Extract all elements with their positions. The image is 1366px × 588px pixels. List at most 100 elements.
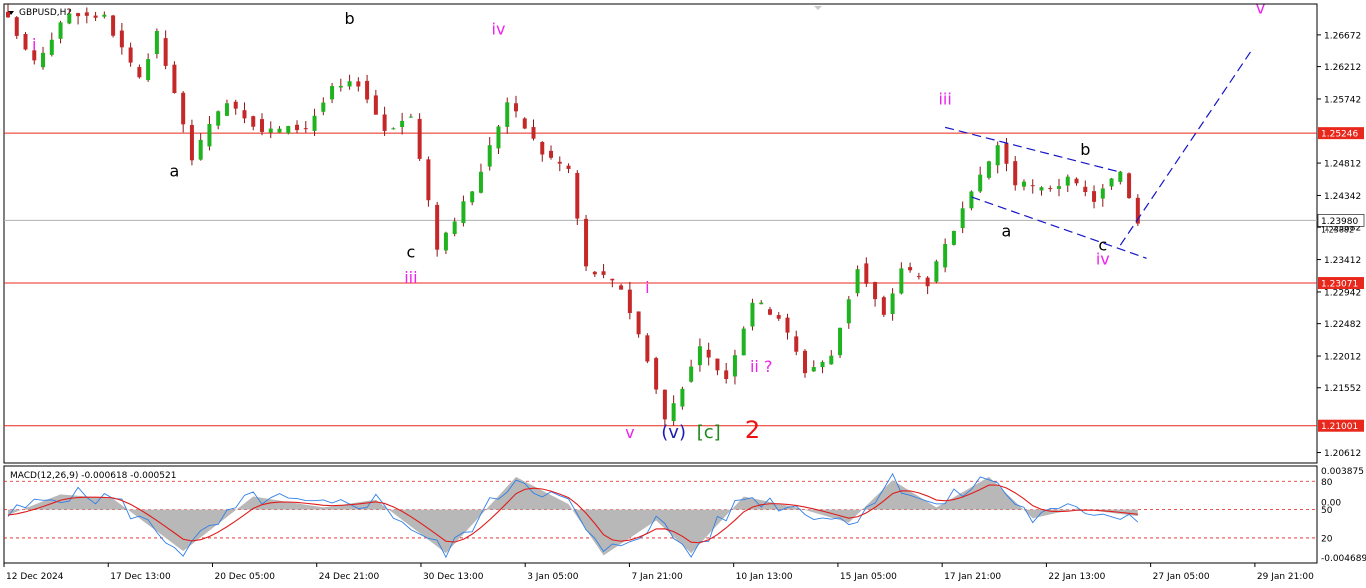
candle-body	[137, 67, 142, 78]
wave-label: [c]	[697, 422, 721, 443]
candle-body	[49, 39, 54, 55]
candle-body	[671, 403, 676, 422]
candle-body	[706, 349, 711, 358]
candle-body	[890, 293, 895, 314]
candle-body	[365, 80, 370, 100]
macd-axis-label: 0.003875	[1321, 467, 1364, 477]
wave-label: (v)	[661, 422, 686, 443]
candle-body	[960, 208, 965, 229]
price-tick-label: 1.26672	[1324, 31, 1361, 41]
candle-body	[610, 278, 615, 281]
candle-body	[426, 159, 431, 201]
candle-body	[41, 52, 46, 68]
candle-body	[715, 358, 720, 371]
candle-body	[356, 81, 361, 87]
time-tick-label: 12 Dec 2024	[6, 572, 64, 582]
wave-label: b	[344, 9, 354, 28]
candle-body	[58, 22, 63, 39]
candle-body	[119, 30, 124, 48]
candle-body	[373, 95, 378, 115]
candle-body	[934, 261, 939, 282]
candle-body	[645, 335, 650, 362]
candle-body	[338, 85, 343, 88]
price-tick-label: 1.24812	[1324, 160, 1361, 170]
candle-body	[172, 64, 177, 93]
candle-body	[259, 119, 264, 132]
candle-body	[767, 309, 772, 315]
candle-body	[899, 268, 904, 294]
candle-body	[14, 17, 19, 36]
wave-label: i	[32, 35, 36, 54]
candle-body	[627, 289, 632, 314]
candle-body	[312, 115, 317, 131]
candle-body	[540, 142, 545, 155]
candle-body	[242, 110, 247, 119]
wave-label: i	[645, 278, 649, 297]
candle-body	[908, 267, 913, 271]
wave-label: c	[406, 243, 415, 262]
time-tick-label: 20 Dec 05:00	[214, 572, 275, 582]
candle-body	[277, 128, 282, 133]
wave-label: iii	[938, 90, 951, 109]
candle-body	[873, 282, 878, 300]
candle-body	[154, 30, 159, 54]
candle-body	[391, 128, 396, 130]
candle-body	[251, 116, 256, 127]
price-tick-label: 1.25742	[1324, 95, 1361, 105]
candle-body	[487, 145, 492, 167]
candle-body	[776, 315, 781, 319]
wave-label: v	[1256, 0, 1265, 18]
candle-body	[794, 336, 799, 352]
candle-body	[470, 191, 475, 203]
candle-body	[67, 13, 72, 24]
candle-body	[689, 366, 694, 382]
candle-body	[1092, 191, 1097, 202]
macd-axis-label: -0.004689	[1321, 554, 1366, 564]
candle-body	[811, 367, 816, 372]
candle-body	[750, 302, 755, 327]
candle-body	[803, 350, 808, 374]
candle-body	[382, 114, 387, 131]
price-tick-label: 1.22012	[1324, 353, 1361, 363]
price-tick-label: 1.20612	[1324, 449, 1361, 459]
wave-label: b	[1080, 140, 1090, 159]
candle-body	[943, 243, 948, 268]
candle-body	[1048, 188, 1053, 190]
candle-body	[1109, 178, 1114, 187]
macd-axis-label: 0.00	[1321, 499, 1341, 509]
candle-body	[881, 297, 886, 315]
candle-body	[951, 230, 956, 245]
candle-body	[662, 389, 667, 420]
time-tick-label: 3 Jan 05:00	[527, 572, 579, 582]
candle-body	[995, 145, 1000, 166]
candle-body	[619, 285, 624, 290]
candle-body	[1030, 185, 1035, 187]
candle-body	[93, 15, 98, 18]
candle-body	[566, 165, 571, 169]
candle-body	[233, 101, 238, 109]
candle-body	[697, 346, 702, 366]
candle-body	[146, 59, 151, 81]
time-tick-label: 22 Jan 13:00	[1048, 572, 1105, 582]
price-tick-label: 1.26212	[1324, 63, 1361, 73]
candle-body	[23, 34, 28, 50]
candle-body	[303, 128, 308, 130]
time-tick-label: 27 Jan 05:00	[1153, 572, 1210, 582]
time-tick-label: 17 Dec 13:00	[110, 572, 171, 582]
candle-body	[986, 161, 991, 178]
candle-body	[330, 86, 335, 100]
candle-body	[163, 38, 168, 66]
candle-body	[286, 126, 291, 134]
candle-body	[452, 221, 457, 235]
candle-body	[820, 361, 825, 368]
candle-body	[1021, 181, 1026, 187]
candle-body	[478, 171, 483, 193]
candle-body	[584, 218, 589, 267]
candle-body	[1083, 186, 1088, 193]
candle-body	[295, 124, 300, 131]
level-price-label: 1.23071	[1321, 280, 1358, 290]
candle-body	[505, 102, 510, 127]
candle-body	[846, 299, 851, 324]
price-tick-label: 1.23882	[1321, 225, 1354, 234]
candle-body	[1118, 171, 1123, 182]
